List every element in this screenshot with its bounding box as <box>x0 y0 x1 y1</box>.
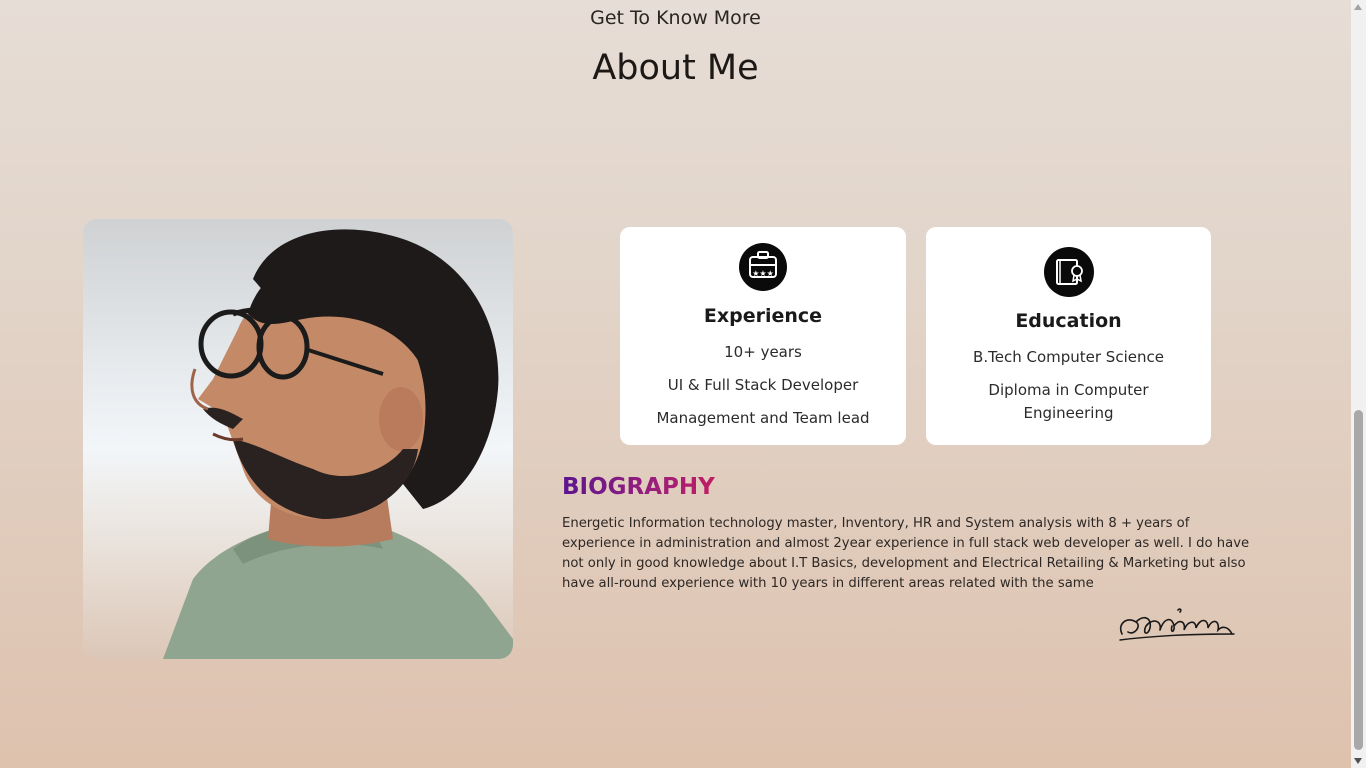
briefcase-stars-icon: ★★★ <box>739 243 787 291</box>
scroll-up-arrow-icon[interactable] <box>1354 4 1362 10</box>
experience-role: UI & Full Stack Developer <box>667 376 859 394</box>
scroll-thumb[interactable] <box>1354 410 1363 750</box>
education-book-badge-icon <box>1043 247 1094 297</box>
profile-photo-illustration <box>163 229 513 659</box>
experience-years: 10+ years <box>724 343 802 361</box>
scroll-down-arrow-icon[interactable] <box>1354 758 1362 764</box>
biography-title: BIOGRAPHY <box>562 474 715 500</box>
vertical-scrollbar[interactable] <box>1351 0 1366 768</box>
experience-card: ★★★ Experience 10+ years UI & Full Stack… <box>620 227 906 445</box>
education-title: Education <box>1015 310 1122 332</box>
education-degree: B.Tech Computer Science <box>973 348 1164 366</box>
signature-image <box>1112 604 1238 648</box>
biography-text: Energetic Information technology master,… <box>562 516 1250 591</box>
svg-text:★★★: ★★★ <box>752 269 774 278</box>
education-diploma: Diploma in Computer Engineering <box>988 381 1149 422</box>
section-eyebrow: Get To Know More <box>590 7 761 29</box>
education-card: Education B.Tech Computer Science Diplom… <box>926 227 1211 445</box>
experience-management: Management and Team lead <box>656 409 870 427</box>
experience-title: Experience <box>703 305 823 327</box>
about-section: Get To Know More About Me ★★★ Experience… <box>0 0 1351 768</box>
profile-photo <box>83 219 513 659</box>
section-title: About Me <box>592 48 759 88</box>
